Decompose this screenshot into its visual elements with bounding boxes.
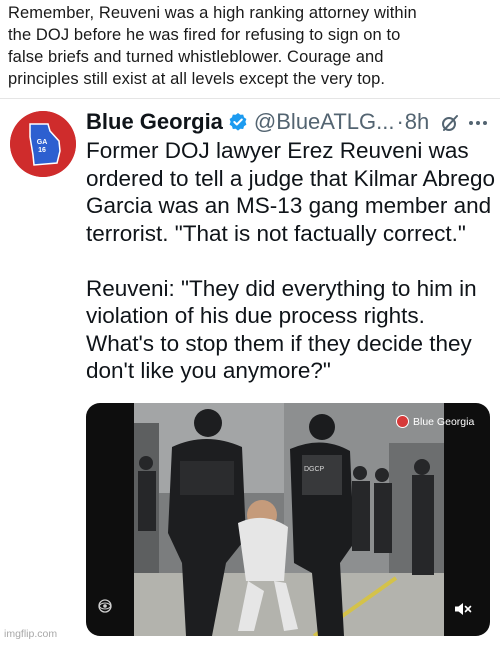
georgia-map-logo: GA 16	[10, 111, 76, 177]
video-watermark: Blue Georgia	[396, 415, 474, 428]
tweet-line: Reuveni: "They did everything to him in	[86, 275, 477, 301]
cbs-eye-icon	[98, 599, 112, 613]
svg-text:GA: GA	[37, 139, 48, 146]
tweet-line: ordered to tell a judge that Kilmar Abre…	[86, 165, 495, 191]
tweet-line: violation of his due process rights.	[86, 303, 425, 328]
video-frame: DGCP	[134, 403, 444, 636]
tweet-text: Former DOJ lawyer Erez Reuveni was order…	[86, 137, 496, 385]
svg-text:16: 16	[38, 147, 46, 154]
mute-icon[interactable]	[454, 601, 472, 617]
author-handle[interactable]: @BlueATLG...	[254, 109, 395, 135]
author-name[interactable]: Blue Georgia	[86, 109, 223, 135]
guard-badge-text: DGCP	[304, 466, 325, 473]
meta-separator: ·	[396, 109, 404, 134]
imgflip-watermark: imgflip.com	[4, 628, 58, 640]
tweet-line: What's to stop them if they decide they	[86, 330, 472, 356]
tweet-header: Blue Georgia @BlueATLG... · 8h	[86, 107, 429, 137]
caption-line: principles still exist at all levels exc…	[8, 70, 386, 88]
grok-icon[interactable]	[440, 113, 460, 133]
caption-line: the DOJ before he was fired for refusing…	[8, 26, 401, 44]
tweet-video[interactable]: DGCP Blue Georgia	[86, 403, 490, 636]
meme-caption: Remember, Reuveni was a high ranking att…	[8, 2, 494, 90]
tweet-card[interactable]: GA 16 Blue Georgia @BlueATLG... · 8h For…	[0, 99, 500, 645]
tweet-line: terrorist. "That is not factually correc…	[86, 220, 466, 246]
tweet-time[interactable]: 8h	[405, 109, 429, 135]
caption-line: Remember, Reuveni was a high ranking att…	[8, 4, 417, 22]
verified-badge-icon	[228, 112, 248, 132]
caption-line: false briefs and turned whistleblower. C…	[8, 48, 384, 66]
watermark-label: Blue Georgia	[413, 415, 475, 428]
tweet-line: Former DOJ lawyer Erez Reuveni was	[86, 138, 469, 163]
more-options-icon[interactable]	[466, 111, 490, 135]
tweet-line: Garcia was an MS-13 gang member and	[86, 193, 492, 218]
tweet-line: don't like you anymore?"	[86, 358, 331, 383]
blue-georgia-logo	[396, 415, 409, 428]
avatar[interactable]: GA 16	[10, 111, 76, 177]
